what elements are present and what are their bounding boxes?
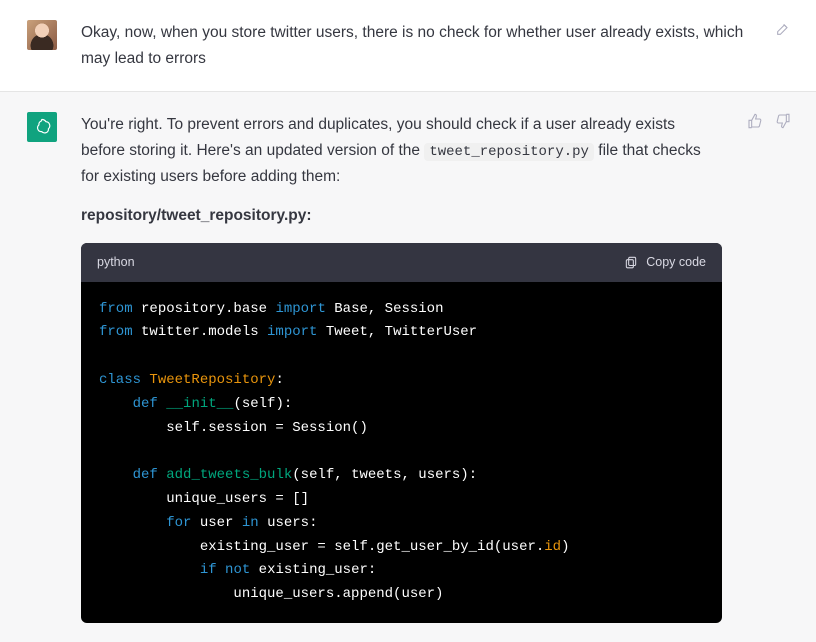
code-block-header: python Copy code bbox=[81, 243, 722, 282]
copy-code-label: Copy code bbox=[646, 252, 706, 273]
assistant-message-actions bbox=[746, 112, 792, 623]
thumbs-up-icon[interactable] bbox=[746, 112, 764, 130]
inline-code-filename: tweet_repository.py bbox=[424, 143, 594, 161]
edit-icon[interactable] bbox=[774, 20, 792, 38]
user-avatar bbox=[27, 20, 57, 50]
code-language-label: python bbox=[97, 252, 135, 273]
openai-logo-icon bbox=[32, 117, 52, 137]
user-message-row: Okay, now, when you store twitter users,… bbox=[0, 0, 816, 92]
clipboard-icon bbox=[624, 255, 638, 269]
assistant-avatar bbox=[27, 112, 57, 142]
code-block: python Copy code from repository.base im… bbox=[81, 243, 722, 623]
user-message-actions bbox=[774, 20, 792, 71]
assistant-message-row: You're right. To prevent errors and dupl… bbox=[0, 92, 816, 642]
assistant-intro-paragraph: You're right. To prevent errors and dupl… bbox=[81, 112, 722, 189]
user-message-text: Okay, now, when you store twitter users,… bbox=[81, 20, 750, 71]
thumbs-down-icon[interactable] bbox=[774, 112, 792, 130]
assistant-message-body: You're right. To prevent errors and dupl… bbox=[81, 112, 722, 623]
file-path-label: repository/tweet_repository.py: bbox=[81, 203, 722, 229]
copy-code-button[interactable]: Copy code bbox=[624, 252, 706, 273]
code-content: from repository.base import Base, Sessio… bbox=[81, 282, 722, 623]
user-message-body: Okay, now, when you store twitter users,… bbox=[81, 20, 750, 71]
